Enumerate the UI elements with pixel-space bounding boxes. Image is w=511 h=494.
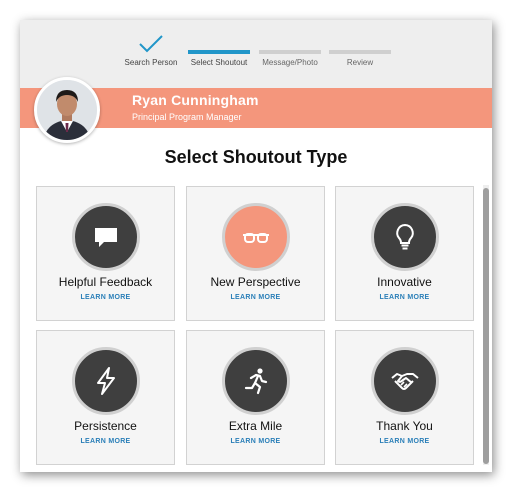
icon-circle [370,203,439,271]
avatar [34,77,100,143]
card-title: Helpful Feedback [58,275,153,289]
step-label: Search Person [124,58,178,67]
icon-circle [370,347,439,415]
learn-more-link[interactable]: LEARN MORE [37,294,174,301]
shoutout-card-thank-you[interactable]: Thank You LEARN MORE [335,330,474,465]
step-review[interactable]: Review [329,20,391,88]
speech-bubble-icon [94,228,117,247]
shoutout-card-helpful-feedback[interactable]: Helpful Feedback LEARN MORE [36,186,175,321]
icon-circle [71,347,140,415]
running-person-icon [244,368,267,395]
card-title: New Perspective [210,275,301,289]
icon-circle [221,347,290,415]
glasses-icon [242,233,269,243]
step-progress-bar [329,50,391,54]
shoutout-card-new-perspective[interactable]: New Perspective LEARN MORE [186,186,325,321]
learn-more-link[interactable]: LEARN MORE [37,438,174,445]
wizard-stepper: Search Person Select Shoutout Message/Ph… [20,20,492,88]
icon-circle [221,203,290,271]
step-select-shoutout[interactable]: Select Shoutout [188,20,250,88]
learn-more-link[interactable]: LEARN MORE [336,294,473,301]
shoutout-card-extra-mile[interactable]: Extra Mile LEARN MORE [186,330,325,465]
person-photo-icon [37,80,97,140]
step-progress-bar [188,50,250,54]
checkmark-icon [139,35,163,53]
learn-more-link[interactable]: LEARN MORE [187,294,324,301]
handshake-icon [390,373,419,390]
scrollbar-thumb[interactable] [483,188,489,464]
learn-more-link[interactable]: LEARN MORE [336,438,473,445]
lightning-bolt-icon [96,367,115,395]
shoutout-card-persistence[interactable]: Persistence LEARN MORE [36,330,175,465]
card-title: Innovative [377,275,432,289]
shoutout-card-innovative[interactable]: Innovative LEARN MORE [335,186,474,321]
step-progress-bar [259,50,321,54]
card-title: Persistence [74,419,137,433]
step-search-person[interactable]: Search Person [124,20,178,88]
recipient-role: Principal Program Manager [132,112,242,122]
step-message-photo[interactable]: Message/Photo [259,20,321,88]
learn-more-link[interactable]: LEARN MORE [187,438,324,445]
recipient-name: Ryan Cunningham [132,92,259,108]
shoutout-wizard-panel: Search Person Select Shoutout Message/Ph… [20,20,492,472]
card-title: Extra Mile [228,419,283,433]
step-label: Select Shoutout [190,58,248,67]
icon-circle [71,203,140,271]
page-title: Select Shoutout Type [164,147,348,167]
lightbulb-icon [395,223,414,250]
card-title: Thank You [376,419,433,433]
step-label: Review [346,58,374,67]
